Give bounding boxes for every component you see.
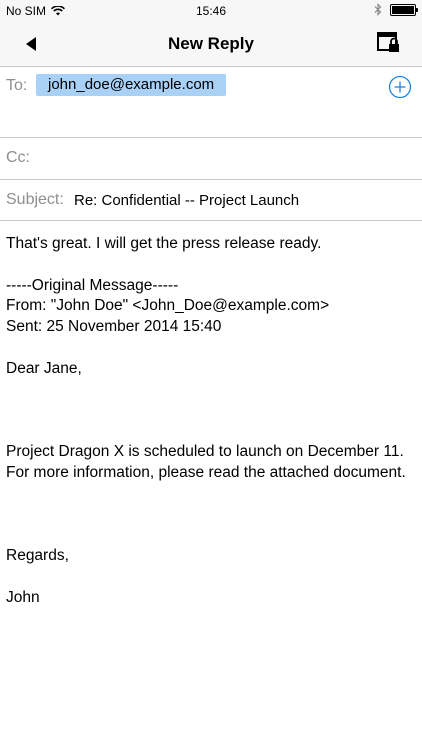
greeting-line: Dear Jane, bbox=[6, 359, 82, 377]
subject-value[interactable]: Re: Confidential -- Project Launch bbox=[74, 192, 299, 209]
to-field[interactable]: To: john_doe@example.com bbox=[0, 67, 422, 138]
recipient-chip[interactable]: john_doe@example.com bbox=[36, 74, 227, 96]
lock-window-icon[interactable] bbox=[376, 30, 402, 56]
subject-field[interactable]: Subject: Re: Confidential -- Project Lau… bbox=[0, 180, 422, 221]
add-recipient-icon[interactable] bbox=[388, 75, 412, 99]
page-title: New Reply bbox=[168, 34, 254, 53]
subject-label: Subject: bbox=[6, 191, 64, 208]
cc-field[interactable]: Cc: bbox=[0, 138, 422, 180]
battery-icon bbox=[390, 3, 418, 16]
message-body[interactable]: That's great. I will get the press relea… bbox=[6, 234, 416, 608]
status-time: 15:46 bbox=[195, 4, 227, 18]
bluetooth-icon bbox=[374, 3, 382, 16]
cc-label: Cc: bbox=[6, 149, 30, 166]
status-bar: No SIM 15:46 bbox=[0, 0, 422, 22]
from-line: From: "John Doe" <John_Doe@example.com> bbox=[6, 297, 330, 315]
navigation-bar: New Reply bbox=[0, 22, 422, 67]
original-message-header: -----Original Message----- bbox=[6, 276, 179, 294]
sent-line: Sent: 25 November 2014 15:40 bbox=[6, 318, 222, 336]
closing-line: Regards, bbox=[6, 546, 69, 564]
status-right-group bbox=[374, 3, 418, 16]
signature-line: John bbox=[6, 588, 40, 606]
message-paragraph: Project Dragon X is scheduled to launch … bbox=[6, 442, 406, 481]
reply-line: That's great. I will get the press relea… bbox=[6, 235, 322, 252]
to-label: To: bbox=[6, 77, 28, 94]
